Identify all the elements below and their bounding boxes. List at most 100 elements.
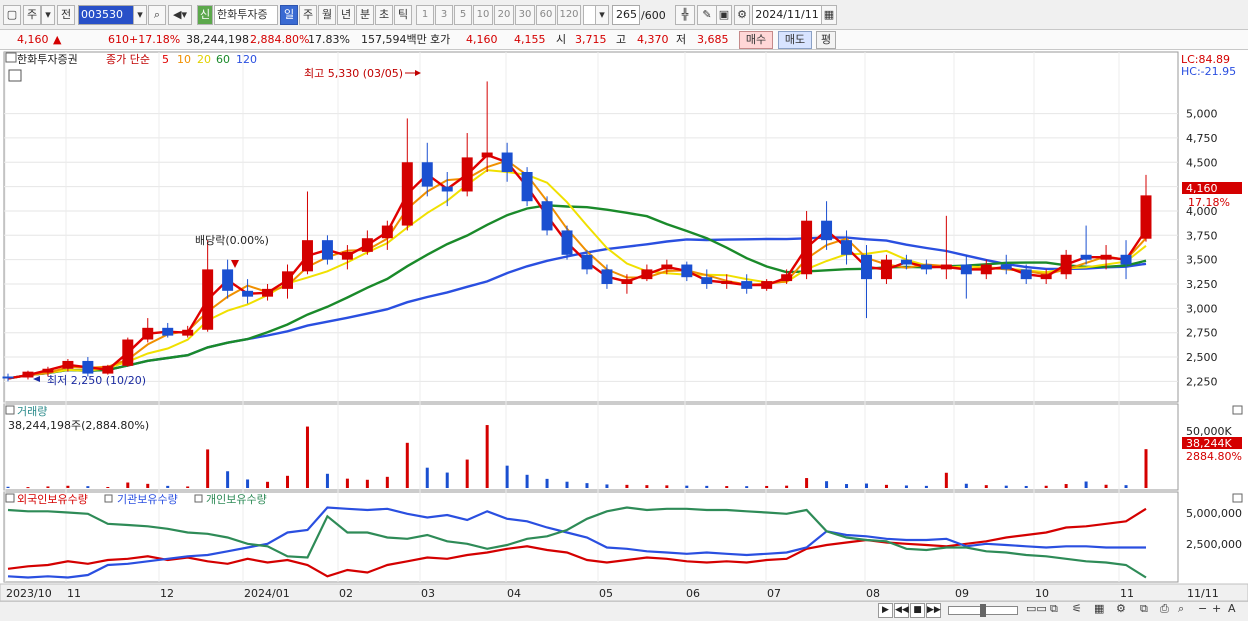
font-size-icon[interactable]: A [1228, 602, 1236, 615]
volume-bar [705, 485, 709, 488]
period-minute-button[interactable]: 분 [356, 5, 374, 25]
scroll-first-icon[interactable]: ◀◀ [894, 603, 909, 618]
tools-icon[interactable]: ⚙ [1116, 602, 1126, 615]
volume-bar [206, 449, 210, 488]
save-icon[interactable]: ▣ [716, 5, 732, 25]
holdings-panel-close-icon[interactable] [1232, 493, 1243, 503]
volume-bar [1004, 485, 1008, 488]
search-icon[interactable]: ⌕ [148, 5, 166, 25]
compare-icon[interactable]: ⧉ [1050, 602, 1058, 616]
calculator-icon[interactable] [8, 69, 22, 82]
price-tick-label: 3,500 [1186, 254, 1218, 267]
gear-icon[interactable]: ⚙ [734, 5, 750, 25]
holdings-panel-menu-icon[interactable] [5, 493, 15, 503]
count-input[interactable]: 265 [612, 5, 640, 25]
interval-5-button[interactable]: 5 [454, 5, 472, 25]
zoom-out-search-icon[interactable]: ⌕ [1178, 602, 1184, 616]
scroll-last-icon[interactable]: ▶▶ [926, 603, 941, 618]
candle-body [301, 240, 313, 272]
candle-body [82, 360, 94, 374]
chart-tools-icon[interactable]: ╬ [675, 5, 695, 25]
volume-bar [286, 475, 290, 488]
period-day-button[interactable]: 일 [280, 5, 298, 25]
plus-icon[interactable]: + [1212, 602, 1221, 615]
volume-panel-menu-icon[interactable] [5, 405, 15, 415]
candle-body [62, 360, 74, 369]
minus-icon[interactable]: − [1198, 602, 1207, 615]
period-month-button[interactable]: 월 [318, 5, 336, 25]
volume-bar [146, 483, 150, 488]
period-second-button[interactable]: 초 [375, 5, 393, 25]
volume-bar [545, 478, 549, 488]
stock-chart[interactable]: 5,0004,7504,5004,2504,0003,7503,5003,250… [0, 50, 1248, 601]
speaker-icon[interactable]: ◀▾ [168, 5, 192, 25]
candle-body [102, 365, 114, 374]
candle-body [1060, 254, 1072, 275]
prev-button[interactable]: 전 [57, 5, 75, 25]
interval-3-button[interactable]: 3 [435, 5, 453, 25]
x-tick-label: 10 [1035, 587, 1049, 600]
sell-button[interactable]: 매도 [778, 31, 812, 49]
candle-body [222, 269, 234, 291]
layout-icon[interactable]: ▭▭ [1026, 602, 1047, 615]
period-prefix[interactable]: 주 [23, 5, 41, 25]
stock-name-field[interactable]: 한화투자증 [214, 5, 278, 25]
candle-body [501, 152, 513, 172]
bottom-bar [0, 601, 1248, 621]
change-percent: +17.18% [129, 33, 181, 46]
high-annotation: 최고 5,330 (03/05) [304, 67, 403, 80]
ma-5: 5 [162, 53, 169, 66]
code-dropdown-icon[interactable]: ▾ [133, 5, 147, 25]
x-tick-label: 07 [767, 587, 781, 600]
interval-1-button[interactable]: 1 [416, 5, 434, 25]
volume-bar [984, 485, 988, 488]
price-panel-title: 한화투자증권 [17, 53, 78, 66]
ma-20: 20 [197, 53, 211, 66]
date-input[interactable]: 2024/11/11 [752, 5, 822, 25]
low-annotation: 최저 2,250 (10/20) [47, 374, 146, 387]
candle-body [521, 172, 533, 202]
scroll-right-icon[interactable]: ▶ [878, 603, 893, 618]
candle-body [761, 281, 773, 289]
new-stock-button[interactable]: 신 [197, 5, 213, 25]
interval-30-button[interactable]: 30 [515, 5, 535, 25]
candle-body [661, 264, 673, 270]
volume-bar [405, 442, 409, 488]
interval-dropdown-icon[interactable]: ▾ [595, 5, 609, 25]
zoom-slider-handle[interactable] [980, 604, 986, 617]
period-week-button[interactable]: 주 [299, 5, 317, 25]
x-tick-label: 09 [955, 587, 969, 600]
interval-20-button[interactable]: 20 [494, 5, 514, 25]
panel-menu-icon[interactable] [5, 52, 17, 63]
interval-120-button[interactable]: 120 [557, 5, 581, 25]
volume-ratio: 2,884.80% [250, 33, 310, 46]
candle-body [960, 264, 972, 275]
grid-icon[interactable]: ▦ [1094, 602, 1104, 615]
volume-bar [785, 485, 789, 488]
ma-label: 종가 단순 [106, 53, 150, 66]
stock-code-input[interactable]: 003530 [78, 5, 134, 25]
price-panel-frame [3, 51, 1179, 403]
window-icon[interactable]: ▢ [3, 5, 21, 25]
volume-bar [1064, 484, 1068, 488]
candle-body [481, 152, 493, 158]
interval-10-button[interactable]: 10 [473, 5, 493, 25]
copy-icon[interactable]: ⧉ [1140, 602, 1148, 616]
chevron-down-icon[interactable]: ▾ [41, 5, 55, 25]
print-icon[interactable]: ⎙ [1160, 602, 1169, 616]
stop-icon[interactable]: ■ [910, 603, 925, 618]
volume-bar [345, 478, 349, 488]
buy-button[interactable]: 매수 [739, 31, 773, 49]
interval-60-button[interactable]: 60 [536, 5, 556, 25]
x-tick-label: 05 [599, 587, 613, 600]
candle-body [1080, 254, 1092, 260]
indicator-icon[interactable]: ⚟ [1072, 602, 1082, 615]
volume-panel-close-icon[interactable] [1232, 405, 1243, 415]
ask-price: 4,160 [466, 33, 498, 46]
candle-body [641, 269, 653, 280]
draw-icon[interactable]: ✎ [697, 5, 717, 25]
eval-button[interactable]: 평 [816, 31, 836, 49]
calendar-icon[interactable]: ▦ [821, 5, 837, 25]
period-year-button[interactable]: 년 [337, 5, 355, 25]
period-tick-button[interactable]: 틱 [394, 5, 412, 25]
